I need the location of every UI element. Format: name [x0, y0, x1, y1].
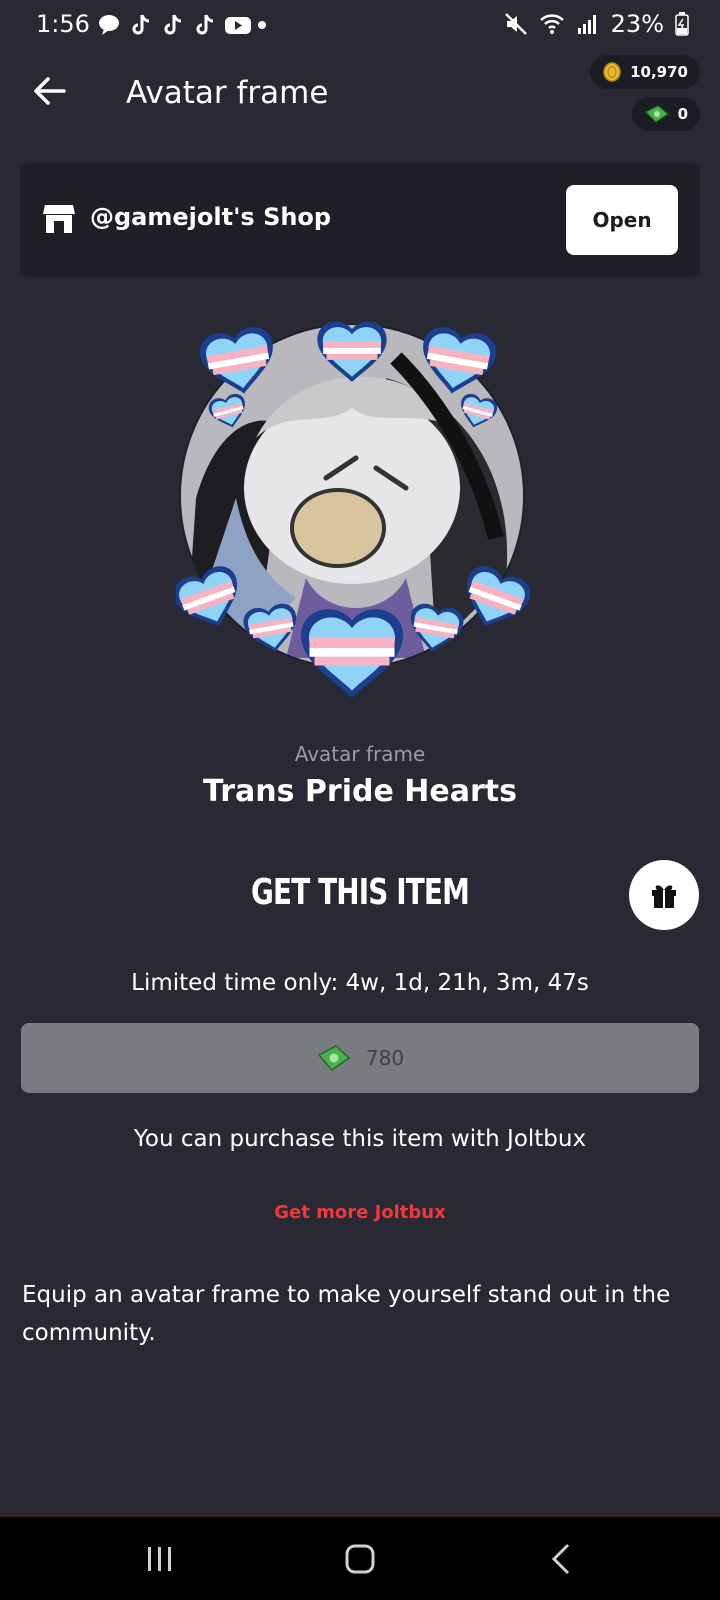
battery-charging-icon — [674, 11, 690, 37]
system-status: 23% — [503, 10, 690, 38]
wifi-icon — [539, 11, 565, 37]
coin-icon — [603, 62, 621, 82]
chat-bubble-icon — [96, 12, 122, 38]
joltbux-balance[interactable]: 0 — [631, 97, 700, 131]
system-nav-bar — [0, 1516, 720, 1600]
battery-percent: 23% — [610, 10, 664, 38]
shop-card: @gamejolt's Shop Open — [20, 163, 700, 277]
shop-name: @gamejolt's Shop — [90, 203, 332, 231]
mute-icon — [503, 11, 529, 37]
recent-apps-icon — [148, 1547, 171, 1571]
recent-apps-button[interactable] — [138, 1537, 182, 1581]
purchase-button[interactable]: 780 — [21, 1023, 699, 1093]
chevron-left-icon — [551, 1543, 570, 1575]
item-type: Avatar frame — [294, 742, 426, 766]
get-more-joltbux-link[interactable]: Get more Joltbux — [0, 1202, 720, 1223]
notification-icons — [96, 12, 268, 38]
back-nav-button[interactable] — [540, 1537, 584, 1581]
home-button[interactable] — [338, 1537, 382, 1581]
item-description: Equip an avatar frame to make yourself s… — [22, 1282, 671, 1346]
page-title: Avatar frame — [126, 75, 329, 111]
joltbux-icon — [317, 1045, 351, 1072]
tiktok-icon — [128, 12, 154, 38]
avatar-frame-preview — [176, 321, 536, 698]
purchase-note: You can purchase this item with Joltbux — [133, 1126, 587, 1152]
joltbux-amount: 0 — [677, 105, 688, 123]
status-time: 1:56 — [36, 10, 90, 38]
signal-icon — [575, 11, 601, 37]
gift-icon — [652, 885, 676, 908]
open-shop-button[interactable]: Open — [566, 185, 678, 255]
limited-time-text: Limited time only: 4w, 1d, 21h, 3m, 47s — [131, 970, 589, 996]
tiktok-icon — [192, 12, 218, 38]
coin-balance[interactable]: 10,970 — [590, 55, 700, 89]
status-bar: 1:56 23% — [0, 0, 720, 52]
coin-amount: 10,970 — [630, 63, 688, 81]
joltbux-icon — [644, 105, 669, 123]
get-item-heading: GET THIS ITEM — [251, 872, 470, 913]
dot-icon — [256, 12, 268, 38]
gift-button[interactable] — [629, 860, 699, 930]
youtube-icon — [224, 12, 251, 38]
back-button[interactable] — [28, 69, 72, 113]
home-icon — [345, 1544, 375, 1574]
item-name: Trans Pride Hearts — [203, 774, 517, 809]
arrow-left-icon — [34, 77, 66, 105]
price-value: 780 — [365, 1046, 405, 1070]
store-icon — [42, 203, 76, 235]
tiktok-icon — [160, 12, 186, 38]
